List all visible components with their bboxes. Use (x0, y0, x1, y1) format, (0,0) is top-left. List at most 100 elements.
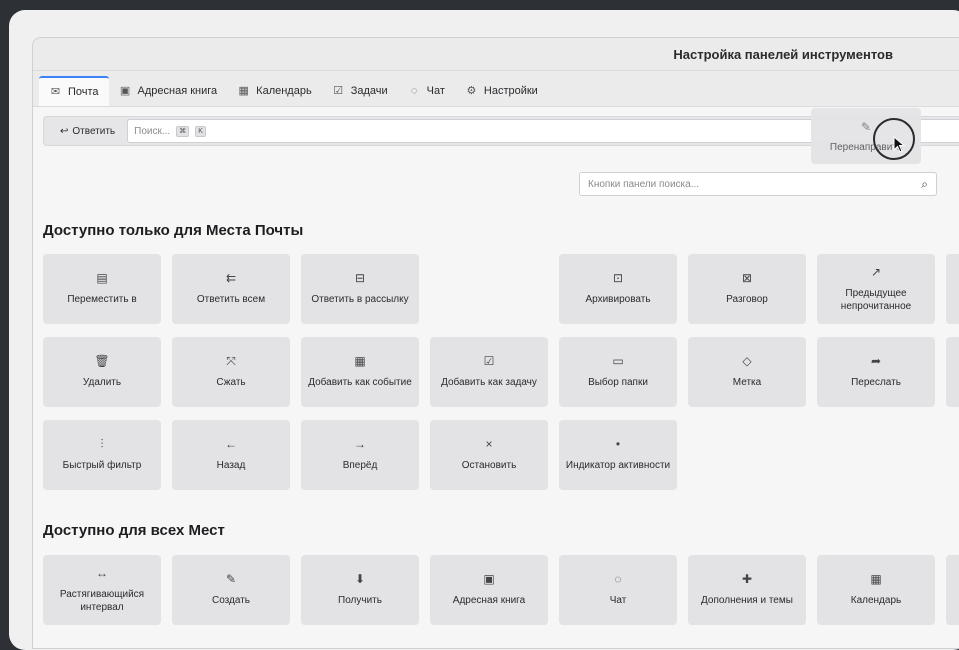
titlebar: Настройка панелей инструментов (33, 38, 959, 71)
tile-label: Календарь (850, 595, 902, 606)
compose-icon: ✎ (225, 572, 237, 586)
tab-calendar[interactable]: ▦ Календарь (227, 76, 322, 106)
settings-icon: ⚙ (466, 84, 477, 97)
all-button-addons[interactable]: ✚ Дополнения и темы (688, 555, 806, 625)
tile-label: Ответить в рассылку (311, 294, 409, 305)
archive-icon: ⊡ (612, 271, 624, 285)
compact-icon: ⤧ (226, 354, 236, 368)
section-title-mail: Доступно только для Места Почты (43, 222, 304, 239)
all-button-address-book[interactable]: ▣ Адресная книга (430, 555, 548, 625)
mail-button-folder[interactable]: ▭ Выбор папки (559, 337, 677, 407)
mail-button-move-to[interactable]: ▤ Переместить в (43, 254, 161, 324)
tab-label: Настройки (483, 85, 538, 97)
mail-button-reply-list[interactable]: ⊟ Ответить в рассылку (301, 254, 419, 324)
search-buttons-placeholder: Кнопки панели поиска... (588, 178, 700, 190)
activity-indicator-icon: • (615, 437, 621, 451)
mail-button-trash[interactable]: 🗑 Удалить (43, 337, 161, 407)
tab-tasks[interactable]: ☑ Задачи (322, 76, 398, 106)
tile-label: Добавить как событие (308, 377, 412, 388)
search-icon: ⌕ (921, 176, 928, 191)
tab-settings[interactable]: ⚙ Настройки (455, 76, 548, 106)
calendar-icon: ▦ (870, 572, 882, 586)
tile-label: Чат (609, 595, 627, 606)
mail-button-quick-filter[interactable]: ⫶ Быстрый фильтр (43, 420, 161, 490)
reply-all-icon: ⇇ (225, 271, 237, 285)
search-buttons-input[interactable]: Кнопки панели поиска... ⌕ (579, 172, 937, 196)
space-tabs: ✉ Почта ▣ Адресная книга ▦ Календарь ☑ З… (33, 71, 959, 107)
window-title: Настройка панелей инструментов (673, 46, 893, 62)
tab-mail[interactable]: ✉ Почта (39, 76, 109, 106)
tile-label: Архивировать (585, 294, 651, 305)
mail-button-forward[interactable]: ➦ Переслать (817, 337, 935, 407)
mail-button-tag[interactable]: ◇ Метка (688, 337, 806, 407)
move-to-icon: ▤ (96, 271, 108, 285)
offscreen-tile[interactable] (946, 254, 959, 324)
chat-icon: ◌ (410, 84, 418, 97)
tab-label: Задачи (350, 85, 388, 97)
reply-button[interactable]: ↩ Ответить (44, 126, 127, 137)
mail-icon: ✉ (50, 85, 61, 98)
all-button-compose[interactable]: ✎ Создать (172, 555, 290, 625)
tile-label: Переместить в (67, 294, 137, 305)
tile-label: Переслать (851, 377, 901, 388)
address-book-icon: ▣ (119, 84, 131, 97)
mail-button-add-event[interactable]: ▦ Добавить как событие (301, 337, 419, 407)
addons-icon: ✚ (741, 572, 753, 586)
mail-button-forward-arrow[interactable]: → Вперёд (301, 420, 419, 490)
section-title-all: Доступно для всех Мест (43, 522, 225, 539)
shortcut-key-cmd: ⌘ (176, 125, 190, 137)
search-placeholder: Поиск... (134, 125, 171, 137)
mail-button-compact[interactable]: ⤧ Сжать (172, 337, 290, 407)
tile-label: Удалить (82, 377, 122, 388)
customize-toolbar-window: Настройка панелей инструментов ✉ Почта ▣… (33, 38, 959, 648)
get-messages-icon: ⬇ (354, 572, 366, 586)
tile-label: Дополнения и темы (701, 595, 793, 606)
address-book-icon: ▣ (483, 572, 495, 586)
forward-arrow-icon: → (354, 437, 366, 451)
tile-label: Вперёд (342, 460, 378, 471)
add-task-icon: ☑ (483, 354, 495, 368)
mail-button-stop[interactable]: × Остановить (430, 420, 548, 490)
mail-button-add-task[interactable]: ☑ Добавить как задачу (430, 337, 548, 407)
trash-icon: 🗑 (94, 354, 110, 368)
all-button-chat[interactable]: ◌ Чат (559, 555, 677, 625)
tile-label: Сжать (216, 377, 246, 388)
tile-label: Назад (216, 460, 246, 471)
tile-label: Добавить как задачу (441, 377, 537, 388)
redirect-icon: ✎ (860, 119, 872, 134)
offscreen-tile[interactable] (946, 555, 959, 625)
tile-label: Создать (211, 595, 250, 606)
tile-label: Адресная книга (452, 595, 526, 606)
tile-label: Растягивающийся интервал (59, 588, 145, 613)
tile-label: Разговор (726, 294, 768, 305)
reply-icon: ↩ (60, 125, 69, 137)
all-button-spacer[interactable]: ↔ Растягивающийся интервал (43, 555, 161, 625)
stop-icon: × (485, 437, 493, 451)
mail-button-archive[interactable]: ⊡ Архивировать (559, 254, 677, 324)
all-button-calendar[interactable]: ▦ Календарь (817, 555, 935, 625)
tab-label: Адресная книга (137, 85, 218, 97)
tab-label: Календарь (256, 85, 312, 97)
mail-button-back-arrow[interactable]: ← Назад (172, 420, 290, 490)
tile-label: Быстрый фильтр (62, 460, 142, 471)
mail-button-activity-indicator[interactable]: • Индикатор активности (559, 420, 677, 490)
tag-icon: ◇ (742, 354, 752, 368)
chat-icon: ◌ (614, 572, 622, 586)
tile-label: Предыдущее непрочитанное (840, 287, 912, 312)
mail-button-conversation[interactable]: ⊠ Разговор (688, 254, 806, 324)
all-button-get-messages[interactable]: ⬇ Получить (301, 555, 419, 625)
tile-label: Выбор папки (588, 377, 648, 388)
offscreen-tile[interactable] (946, 337, 959, 407)
tile-label: Остановить (461, 460, 517, 471)
mouse-pointer-icon (893, 136, 906, 153)
tile-label: Метка (732, 377, 762, 388)
tasks-icon: ☑ (333, 84, 344, 97)
mail-button-reply-all[interactable]: ⇇ Ответить всем (172, 254, 290, 324)
conversation-icon: ⊠ (741, 271, 753, 285)
tab-address-book[interactable]: ▣ Адресная книга (109, 76, 228, 106)
mail-button-previous-unread[interactable]: ↗ Предыдущее непрочитанное (817, 254, 935, 324)
calendar-icon: ▦ (238, 84, 249, 97)
tab-chat[interactable]: ◌ Чат (398, 76, 455, 106)
previous-unread-icon: ↗ (870, 264, 882, 279)
tile-label: Индикатор активности (565, 460, 671, 471)
